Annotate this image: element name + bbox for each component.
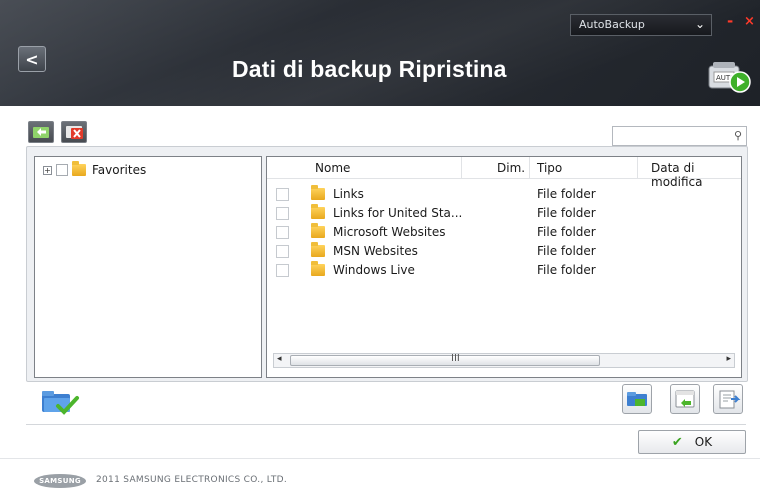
copyright-text: 2011 SAMSUNG ELECTRONICS CO., LTD. [96,475,288,485]
tree-item-label: Favorites [92,163,147,177]
main-content: ⚲ + Favorites Nome Dim. Tipo Data di mod… [0,106,760,498]
ok-label: OK [694,435,713,449]
expand-icon[interactable]: + [43,165,52,175]
open-folder-button[interactable] [622,384,652,414]
folder-icon [311,223,325,238]
back-arrow-icon: < [25,49,39,69]
restore-add-button[interactable] [28,121,54,143]
delete-icon [66,126,83,139]
ok-button[interactable]: ✔ OK [638,430,746,454]
scroll-grip-icon: III [451,353,460,364]
calendar-restore-icon [675,390,695,408]
item-type: File folder [537,244,596,258]
row-checkbox[interactable] [276,207,289,220]
item-type: File folder [537,225,596,239]
folder-check-icon[interactable] [40,388,80,418]
list-item[interactable]: Links File folder [267,185,741,204]
folder-icon [311,185,325,200]
delete-button[interactable] [61,121,87,143]
autobackup-icon[interactable]: AUTO [707,58,751,94]
samsung-logo: SAMSUNG [34,474,86,488]
folder-icon [311,261,325,276]
folder-icon [311,242,325,257]
column-divider [529,157,530,179]
horizontal-scrollbar[interactable]: ◂ III ▸ [273,353,735,368]
folder-restore-icon [33,127,49,138]
check-icon: ✔ [671,434,683,450]
tree-item-favorites[interactable]: + Favorites [43,161,147,177]
item-type: File folder [537,263,596,277]
chevron-down-icon: ⌄ [694,17,705,31]
item-name: MSN Websites [333,244,418,258]
document-export-icon [719,390,741,409]
back-button[interactable]: < [18,46,46,72]
footer-divider [0,458,760,459]
search-icon[interactable]: ⚲ [734,129,742,142]
item-name: Windows Live [333,263,415,277]
column-header-name[interactable]: Nome [315,161,350,175]
divider [26,424,746,425]
row-checkbox[interactable] [276,264,289,277]
scroll-right-icon[interactable]: ▸ [726,354,731,364]
item-name: Links [333,187,364,201]
backup-mode-value: AutoBackup [579,18,645,31]
close-button[interactable]: × [744,14,755,29]
tree-item-checkbox[interactable] [56,164,68,176]
column-header-size[interactable]: Dim. [497,161,525,175]
row-checkbox[interactable] [276,245,289,258]
schedule-restore-button[interactable] [670,384,700,414]
search-input[interactable]: ⚲ [612,126,747,146]
folder-tree[interactable]: + Favorites [34,156,262,378]
list-item[interactable]: Microsoft Websites File folder [267,223,741,242]
item-name: Microsoft Websites [333,225,446,239]
folder-star-icon [72,161,86,176]
folder-icon [311,204,325,219]
export-button[interactable] [713,384,743,414]
item-name: Links for United Sta... [333,206,463,220]
page-title: Dati di backup Ripristina [232,56,507,82]
list-header: Nome Dim. Tipo Data di modifica [267,157,741,189]
scroll-left-icon[interactable]: ◂ [277,354,282,364]
column-header-type[interactable]: Tipo [537,161,562,175]
title-bar: < Dati di backup Ripristina AutoBackup ⌄… [0,0,760,106]
item-type: File folder [537,187,596,201]
column-divider [637,157,638,179]
list-item[interactable]: Windows Live File folder [267,261,741,280]
scrollbar-thumb[interactable]: III [290,353,600,366]
file-list[interactable]: Nome Dim. Tipo Data di modifica Links Fi… [266,156,742,378]
row-checkbox[interactable] [276,188,289,201]
item-type: File folder [537,206,596,220]
folder-open-icon [627,392,647,406]
backup-mode-dropdown[interactable]: AutoBackup ⌄ [570,14,712,36]
list-item[interactable]: Links for United Sta... File folder [267,204,741,223]
list-item[interactable]: MSN Websites File folder [267,242,741,261]
minimize-button[interactable]: - [727,12,733,30]
column-divider [461,157,462,179]
row-checkbox[interactable] [276,226,289,239]
